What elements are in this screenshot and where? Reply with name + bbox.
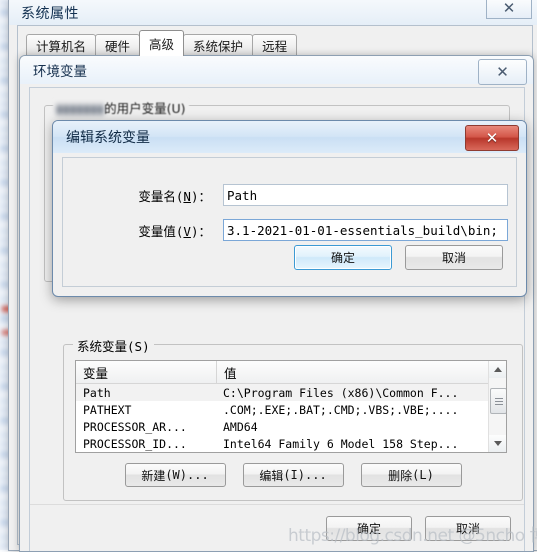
user-variables-group-label: ▮▮▮▮▮▮▮的用户变量(U) [53, 98, 189, 117]
environment-variables-footer: 确定 取消 [326, 516, 511, 541]
edit-system-variable-dialog: 编辑系统变量 ✕ 变量名(N)： Path 变量值(V)： 3.1-2021-0… [52, 120, 527, 297]
edit-dialog-ok-button[interactable]: 确定 [294, 245, 392, 270]
variable-name-label-colon: ： [198, 188, 211, 204]
column-header-value[interactable]: 值 [217, 361, 506, 383]
edit-dialog-close-icon[interactable]: ✕ [465, 125, 519, 151]
envvar-cancel-button[interactable]: 取消 [425, 516, 511, 541]
system-variables-group-label-cn: 系统变量 [77, 339, 128, 354]
variable-value-accesskey: V [183, 223, 191, 239]
tab-advanced[interactable]: 高级 [139, 30, 185, 56]
system-variables-list-rows: Path C:\Program Files (x86)\Common F... … [76, 384, 506, 452]
edit-dialog-cancel-button[interactable]: 取消 [405, 245, 503, 270]
variable-name-input[interactable]: Path [223, 184, 508, 206]
cell-variable: PROCESSOR_AR... [83, 419, 187, 434]
variable-value-row: 变量值(V)： 3.1-2021-01-01-essentials_build\… [63, 218, 516, 242]
new-variable-button-label: 新建 [141, 468, 166, 483]
system-variables-scrollbar[interactable] [488, 361, 506, 452]
system-properties-close-icon[interactable]: ✕ [486, 0, 532, 19]
grip-icon [494, 397, 503, 405]
cell-value: AMD64 [223, 419, 258, 434]
table-row[interactable]: Path C:\Program Files (x86)\Common F... [76, 384, 506, 401]
variable-value-input[interactable]: 3.1-2021-01-01-essentials_build\bin; [223, 219, 508, 241]
scroll-down-icon[interactable] [489, 435, 506, 452]
tab-computer-name[interactable]: 计算机名 [26, 34, 97, 56]
edit-variable-button-suffix: (I)... [283, 468, 327, 482]
delete-variable-button-suffix: (L) [412, 468, 434, 482]
table-row[interactable]: PATHEXT .COM;.EXE;.BAT;.CMD;.VBS;.VBE;..… [76, 401, 506, 418]
cell-value: C:\Program Files (x86)\Common F... [223, 385, 459, 400]
tab-system-protection[interactable]: 系统保护 [183, 34, 254, 56]
variable-name-accesskey: N [183, 188, 191, 204]
system-variables-groupbox: 系统变量(S) 变量 值 Path C:\Program Files (x86)… [63, 336, 523, 501]
variable-name-label-cn: 变量名 [138, 188, 176, 204]
tab-hardware[interactable]: 硬件 [95, 34, 141, 56]
column-header-variable[interactable]: 变量 [76, 361, 217, 383]
variable-name-row: 变量名(N)： Path [63, 183, 516, 207]
triangle-up-icon [493, 367, 502, 372]
environment-variables-close-icon[interactable]: ✕ [478, 59, 527, 85]
environment-variables-title: 环境变量 [33, 64, 87, 80]
edit-dialog-footer: 确定 取消 [294, 245, 503, 270]
cell-variable: PROCESSOR_ID... [83, 436, 187, 451]
user-variables-group-label-text: 的用户变量(U) [104, 101, 186, 116]
scrollbar-thumb[interactable] [490, 388, 506, 414]
cell-value: .COM;.EXE;.BAT;.CMD;.VBS;.VBE;.... [223, 402, 459, 417]
cell-variable: PATHEXT [83, 402, 132, 417]
variable-name-label: 变量名(N)： [138, 188, 211, 204]
system-variables-list-header: 变量 值 [76, 361, 506, 384]
edit-dialog-titlebar: 编辑系统变量 [53, 121, 526, 153]
scroll-up-icon[interactable] [489, 361, 506, 378]
delete-variable-button[interactable]: 删除 (L) [360, 463, 462, 487]
table-row[interactable]: PROCESSOR_ID... Intel64 Family 6 Model 1… [76, 435, 506, 452]
system-variables-listbox[interactable]: 变量 值 Path C:\Program Files (x86)\Common … [75, 360, 507, 453]
new-variable-button[interactable]: 新建 (W)... [124, 463, 226, 487]
cell-value: Intel64 Family 6 Model 158 Step... [223, 436, 459, 451]
variable-value-label: 变量值(V)： [138, 223, 211, 239]
system-variables-group-label-suffix: (S) [127, 339, 150, 354]
system-variables-actions: 新建 (W)... 编辑 (I)... 删除 (L) [64, 463, 522, 487]
variable-value-label-colon: ： [198, 223, 211, 239]
edit-variable-button[interactable]: 编辑 (I)... [242, 463, 344, 487]
variable-value-label-cn: 变量值 [138, 223, 176, 239]
cell-variable: Path [83, 385, 111, 400]
delete-variable-button-label: 删除 [388, 468, 413, 483]
tabstrip: 计算机名 硬件 高级 系统保护 远程 [26, 30, 298, 56]
edit-dialog-title: 编辑系统变量 [66, 130, 150, 146]
new-variable-button-suffix: (W)... [165, 468, 209, 482]
footer-divider [30, 504, 524, 505]
system-properties-title: 系统属性 [21, 5, 79, 22]
table-row[interactable]: PROCESSOR_AR... AMD64 [76, 418, 506, 435]
envvar-ok-button[interactable]: 确定 [326, 516, 412, 541]
edit-dialog-body: 变量名(N)： Path 变量值(V)： 3.1-2021-01-01-esse… [62, 157, 517, 287]
system-variables-group-label: 系统变量(S) [73, 336, 154, 355]
user-variables-group-label-masked: ▮▮▮▮▮▮▮ [56, 101, 105, 116]
triangle-down-icon [493, 441, 502, 446]
environment-variables-titlebar: 环境变量 [20, 56, 533, 84]
edit-variable-button-label: 编辑 [259, 468, 284, 483]
system-properties-titlebar: 系统属性 [9, 0, 537, 25]
tab-remote[interactable]: 远程 [252, 34, 298, 56]
